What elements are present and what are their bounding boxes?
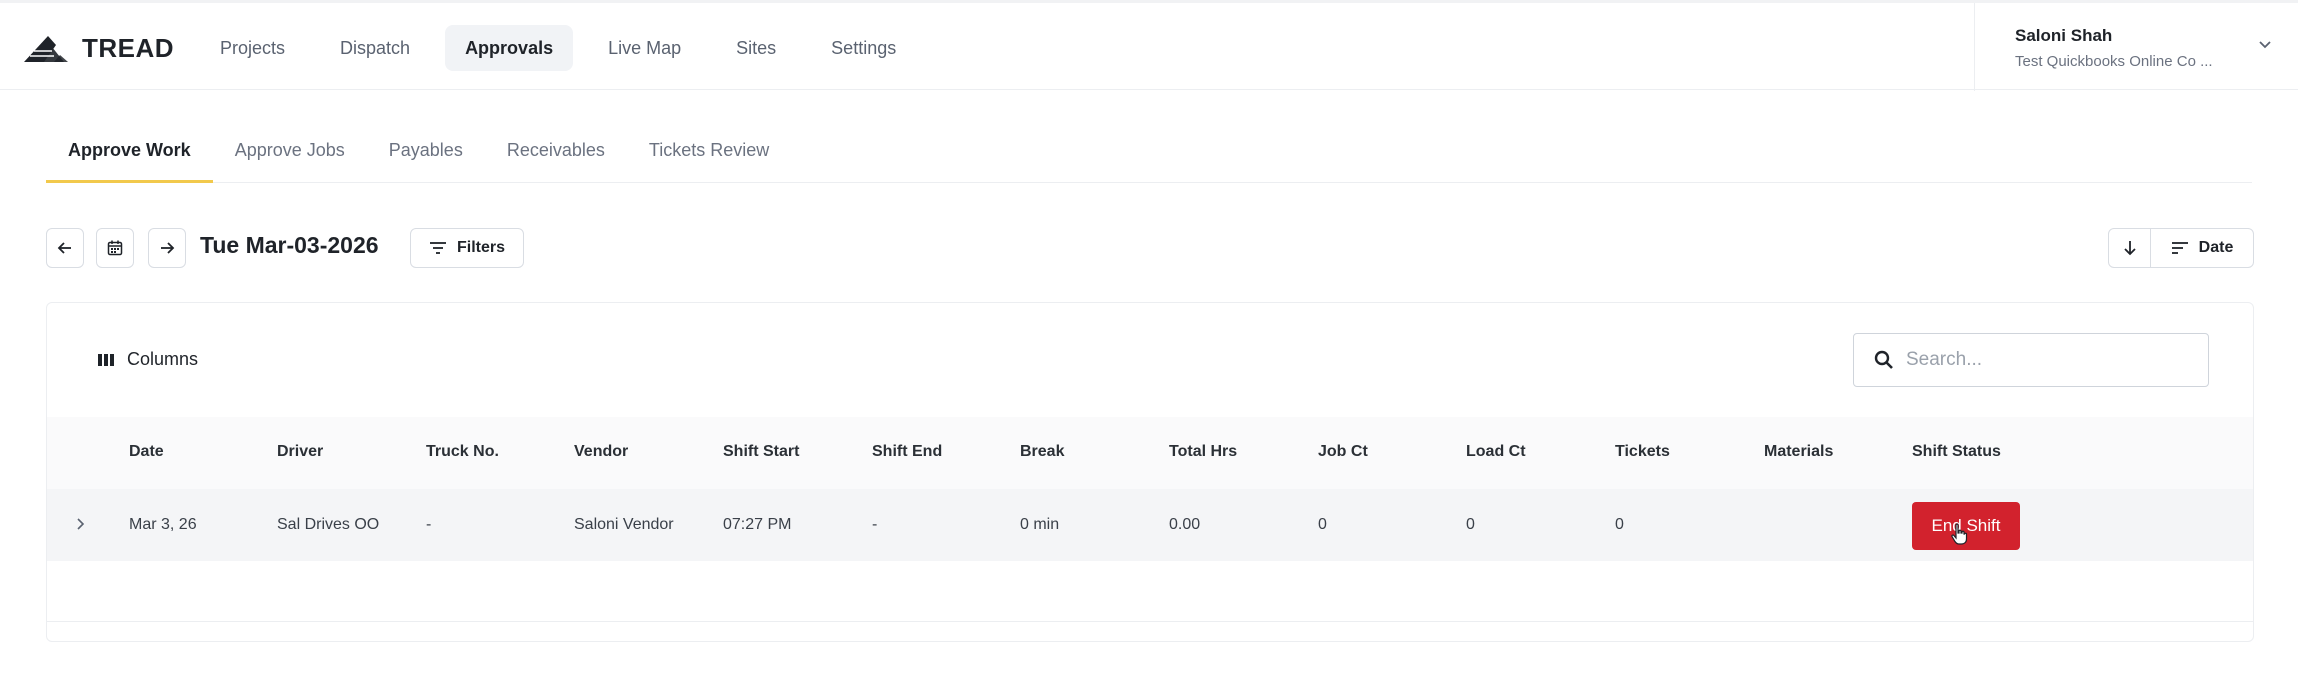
current-date: Tue Mar-03-2026 <box>200 232 379 258</box>
header-vendor[interactable]: Vendor <box>574 443 628 461</box>
calendar-icon <box>107 240 123 256</box>
header-load-ct[interactable]: Load Ct <box>1466 443 1526 461</box>
table-header: Date Driver Truck No. Vendor Shift Start… <box>47 417 2253 489</box>
search-box[interactable] <box>1853 333 2209 387</box>
columns-icon <box>98 353 114 366</box>
sort-icon <box>2171 242 2188 254</box>
cell-truck-no: - <box>426 516 432 533</box>
columns-button[interactable]: Columns <box>97 349 198 370</box>
header-truck-no[interactable]: Truck No. <box>426 443 499 461</box>
tab-approve-work[interactable]: Approve Work <box>46 128 213 183</box>
tab-payables[interactable]: Payables <box>367 128 485 183</box>
arrow-left-icon <box>57 242 71 254</box>
search-icon <box>1874 350 1893 369</box>
header-shift-start[interactable]: Shift Start <box>723 443 799 461</box>
cell-driver: Sal Drives OO <box>277 516 380 533</box>
tab-approve-jobs[interactable]: Approve Jobs <box>213 128 367 183</box>
tab-tickets-review[interactable]: Tickets Review <box>627 128 791 183</box>
tab-receivables[interactable]: Receivables <box>485 128 627 183</box>
sort-control: Date <box>2108 228 2254 268</box>
header-job-ct[interactable]: Job Ct <box>1318 443 1368 461</box>
cell-job-ct: 0 <box>1318 516 1327 533</box>
header-driver[interactable]: Driver <box>277 443 323 461</box>
main-nav: Projects Dispatch Approvals Live Map Sit… <box>200 25 931 71</box>
table-row[interactable]: Mar 3, 26 Sal Drives OO - Saloni Vendor … <box>47 489 2253 561</box>
header-shift-end[interactable]: Shift End <box>872 443 942 461</box>
cell-vendor: Saloni Vendor <box>574 516 674 533</box>
logo-icon <box>24 35 68 62</box>
filters-label: Filters <box>457 239 506 256</box>
header-materials[interactable]: Materials <box>1764 443 1833 461</box>
chevron-right-icon[interactable] <box>73 515 89 533</box>
header-shift-status[interactable]: Shift Status <box>1912 443 2001 461</box>
cell-total-hrs: 0.00 <box>1169 516 1201 533</box>
nav-projects[interactable]: Projects <box>200 25 305 71</box>
cell-break: 0 min <box>1020 516 1060 533</box>
top-navbar: TREAD Projects Dispatch Approvals Live M… <box>0 0 2298 91</box>
nav-live-map[interactable]: Live Map <box>588 25 701 71</box>
header-total-hrs[interactable]: Total Hrs <box>1169 443 1237 461</box>
header-tickets[interactable]: Tickets <box>1615 443 1670 461</box>
hand-cursor-icon <box>1951 523 1968 545</box>
cell-shift-start: 07:27 PM <box>723 516 792 533</box>
user-menu[interactable]: Saloni Shah Test Quickbooks Online Co ..… <box>1974 3 2298 91</box>
nav-approvals[interactable]: Approvals <box>445 25 574 71</box>
arrow-right-icon <box>161 242 175 254</box>
arrow-down-icon <box>2123 241 2136 256</box>
calendar-button[interactable] <box>96 228 134 268</box>
sort-direction-button[interactable] <box>2109 229 2151 267</box>
filters-button[interactable]: Filters <box>410 228 525 268</box>
nav-sites[interactable]: Sites <box>716 25 796 71</box>
cell-date: Mar 3, 26 <box>129 516 197 533</box>
approvals-tabs: Approve Work Approve Jobs Payables Recei… <box>46 128 2252 183</box>
prev-date-button[interactable] <box>46 228 84 268</box>
nav-dispatch[interactable]: Dispatch <box>320 25 430 71</box>
sort-field-button[interactable]: Date <box>2151 229 2253 267</box>
app-logo[interactable]: TREAD <box>24 33 174 64</box>
approve-work-table: Columns Date Driver Truck No. Vendor Shi… <box>46 302 2254 642</box>
nav-settings[interactable]: Settings <box>811 25 916 71</box>
logo-text: TREAD <box>82 33 175 63</box>
user-name: Saloni Shah <box>2015 26 2113 45</box>
next-date-button[interactable] <box>148 228 186 268</box>
columns-label: Columns <box>127 349 199 369</box>
cell-shift-end: - <box>872 516 878 533</box>
chevron-down-icon[interactable] <box>2257 39 2273 51</box>
header-date[interactable]: Date <box>129 443 164 461</box>
cell-load-ct: 0 <box>1466 516 1475 533</box>
search-input[interactable] <box>1906 349 2186 371</box>
sort-field-label: Date <box>2198 239 2234 256</box>
row-divider <box>47 621 2253 622</box>
filter-icon <box>430 242 446 254</box>
header-break[interactable]: Break <box>1020 443 1064 461</box>
cell-tickets: 0 <box>1615 516 1624 533</box>
user-org: Test Quickbooks Online Co ... <box>2015 53 2213 70</box>
